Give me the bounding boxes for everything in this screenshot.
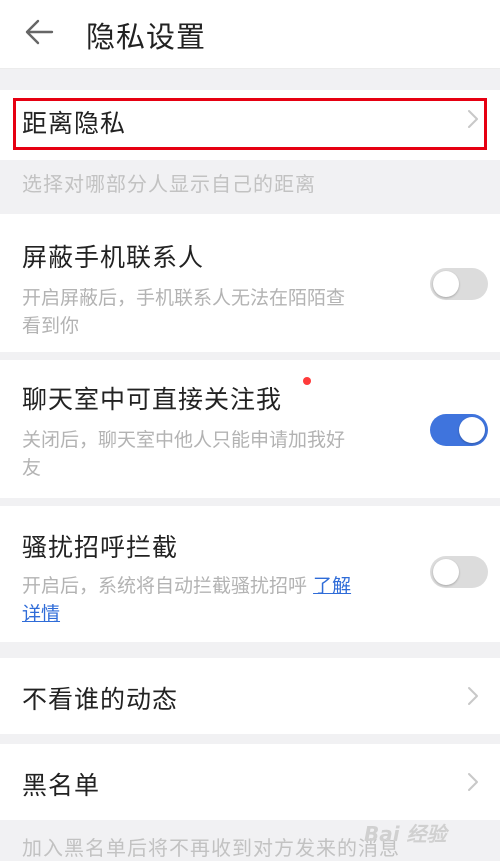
learn-more-link-part2[interactable]: 详情 <box>22 603 60 625</box>
harass-block-desc-line2: 详情 <box>22 600 60 628</box>
chatroom-follow-toggle[interactable] <box>430 414 488 446</box>
chatroom-follow-row: 聊天室中可直接关注我 关闭后，聊天室中他人只能申请加我好 友 <box>0 360 500 498</box>
back-arrow-icon[interactable] <box>24 18 54 46</box>
blacklist-label: 黑名单 <box>22 771 101 800</box>
chevron-right-icon <box>468 773 478 791</box>
page-title: 隐私设置 <box>86 20 207 54</box>
blacklist-note: 加入黑名单后将不再收到对方发来的消息 <box>22 836 400 860</box>
block-contacts-desc-line1: 开启屏蔽后，手机联系人无法在陌陌查 <box>22 287 346 309</box>
block-contacts-title: 屏蔽手机联系人 <box>22 243 205 272</box>
block-contacts-desc-line2: 看到你 <box>22 315 80 337</box>
learn-more-link-part1[interactable]: 了解 <box>313 575 351 597</box>
hide-feed-row[interactable]: 不看谁的动态 <box>0 658 500 734</box>
blacklist-row[interactable]: 黑名单 <box>0 744 500 820</box>
block-contacts-row: 屏蔽手机联系人 开启屏蔽后，手机联系人无法在陌陌查 看到你 <box>0 214 500 352</box>
harass-block-title: 骚扰招呼拦截 <box>22 533 179 562</box>
distance-privacy-label: 距离隐私 <box>22 109 127 138</box>
hide-feed-label: 不看谁的动态 <box>22 685 179 714</box>
harass-block-row: 骚扰招呼拦截 开启后，系统将自动拦截骚扰招呼 了解 详情 <box>0 506 500 642</box>
new-badge-dot <box>303 377 311 385</box>
toggle-knob <box>433 271 459 297</box>
toggle-knob <box>433 559 459 585</box>
harass-block-toggle[interactable] <box>430 556 488 588</box>
block-contacts-toggle[interactable] <box>430 268 488 300</box>
chatroom-follow-desc-line2: 友 <box>22 457 42 479</box>
harass-block-desc-text: 开启后，系统将自动拦截骚扰招呼 <box>22 575 314 597</box>
distance-privacy-row[interactable]: 距离隐私 <box>0 90 500 160</box>
distance-privacy-note: 选择对哪部分人显示自己的距离 <box>22 172 316 196</box>
header-bar: 隐私设置 <box>0 0 500 69</box>
watermark-logo: Bai 经验 <box>364 822 447 846</box>
harass-block-desc-line1: 开启后，系统将自动拦截骚扰招呼 了解 <box>22 572 351 600</box>
chatroom-follow-desc-line1: 关闭后，聊天室中他人只能申请加我好 <box>22 429 346 451</box>
chevron-right-icon <box>468 687 478 705</box>
chevron-right-icon <box>468 110 478 128</box>
toggle-knob <box>459 417 485 443</box>
chatroom-follow-title: 聊天室中可直接关注我 <box>22 385 283 414</box>
